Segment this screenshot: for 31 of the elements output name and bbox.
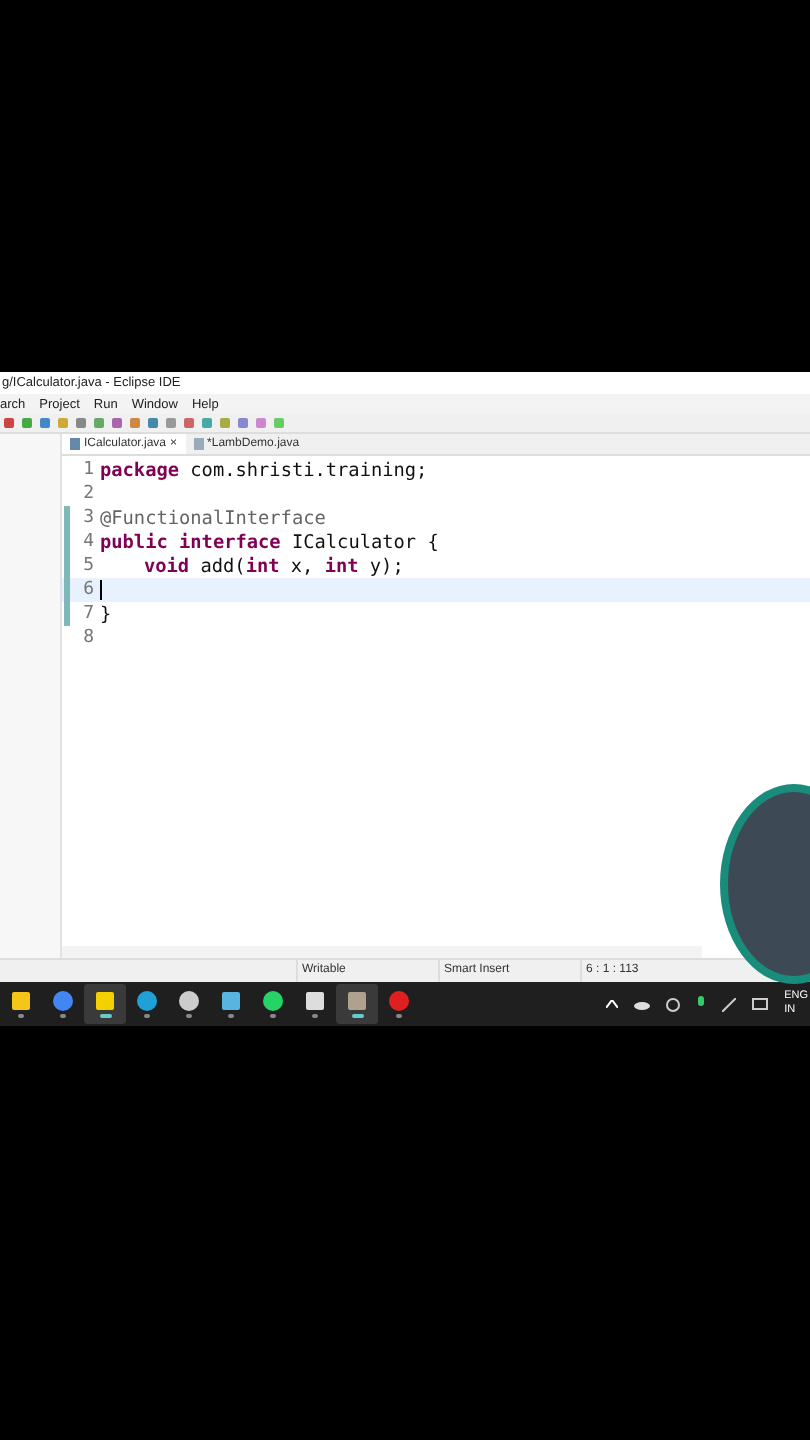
line-number: 6: [81, 580, 94, 600]
line-number: 7: [81, 604, 94, 624]
line-number: 8: [81, 628, 94, 648]
chevron-up-icon[interactable]: [606, 1000, 619, 1008]
line-number: 4: [81, 532, 94, 552]
browser-icon[interactable]: [136, 990, 158, 1013]
java-file-icon: [193, 438, 204, 450]
code-line: package com.shristi.training;: [100, 459, 428, 481]
text-cursor: [100, 580, 102, 600]
pen-icon[interactable]: [722, 997, 737, 1011]
folder-icon[interactable]: [10, 990, 32, 1013]
app-icon[interactable]: [304, 990, 326, 1013]
note-icon[interactable]: [94, 990, 116, 1013]
code-line: }: [100, 603, 112, 625]
microphone-icon[interactable]: [696, 996, 707, 1012]
code-line: void add(int x, int y);: [142, 555, 404, 577]
horizontal-scrollbar[interactable]: [62, 946, 702, 958]
display-icon[interactable]: [752, 998, 769, 1010]
app-icon[interactable]: [178, 990, 200, 1013]
chat-icon[interactable]: [262, 990, 284, 1013]
code-editor[interactable]: 1 package com.shristi.training; 2 3 @FunctionalInterface 4 public interface ICalculator { 5 void add(int x, int y); 6 7 } 8: [62, 456, 810, 946]
code-line: @FunctionalInterface: [100, 507, 326, 529]
code-line: public interface ICalculator {: [100, 531, 439, 553]
line-number: 2: [81, 484, 94, 504]
line-number: 5: [81, 556, 94, 576]
browser-icon[interactable]: [52, 990, 74, 1013]
sync-icon[interactable]: [666, 997, 681, 1011]
line-number: 3: [81, 508, 94, 528]
java-file-icon: [70, 438, 80, 450]
line-number: 1: [81, 460, 94, 480]
cloud-icon[interactable]: [634, 999, 651, 1009]
